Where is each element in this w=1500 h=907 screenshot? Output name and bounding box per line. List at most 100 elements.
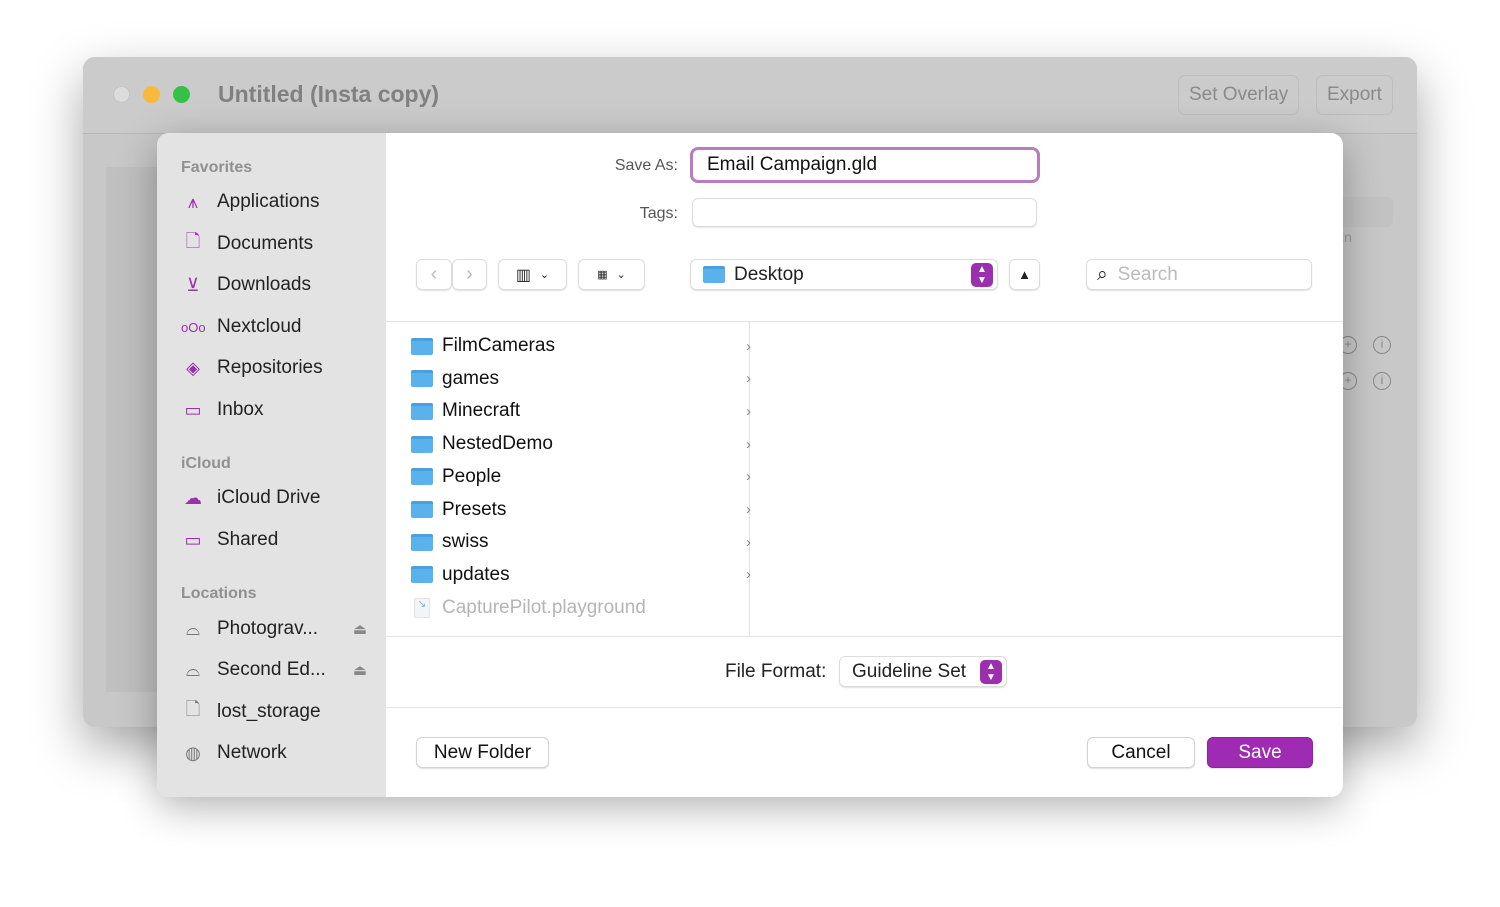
file-name: NestedDemo	[442, 433, 553, 455]
chevron-right-icon: ›	[466, 263, 473, 285]
sidebar-item-label: Documents	[217, 233, 314, 254]
minimize-button[interactable]	[143, 86, 160, 103]
sidebar-item-icloud-drive[interactable]: ☁ iCloud Drive	[181, 483, 381, 513]
eject-icon[interactable]: ⏏	[353, 620, 367, 638]
folder-icon	[411, 435, 433, 453]
divider	[386, 636, 1343, 637]
search-field[interactable]: ⌕ Search	[1086, 259, 1312, 290]
sidebar-item-repositories[interactable]: ◈ Repositories	[181, 353, 381, 383]
sidebar-item-applications[interactable]: ⩚ Applications	[181, 187, 381, 217]
sidebar-item-shared[interactable]: ▭ Shared	[181, 525, 381, 555]
info-icon: i	[1373, 372, 1391, 390]
file-name: CapturePilot.playground	[442, 596, 646, 618]
info-icon: i	[1373, 336, 1391, 354]
section-icloud: iCloud	[181, 455, 231, 472]
file-row[interactable]: Presets ›	[411, 495, 751, 525]
back-button[interactable]: ‹	[416, 259, 452, 290]
grid-icon: ▦	[597, 269, 608, 281]
group-button[interactable]: ▦ ⌄	[578, 259, 645, 290]
chevron-down-icon: ⌄	[616, 269, 626, 281]
chevron-right-icon: ›	[746, 468, 751, 486]
location-popup[interactable]: Desktop ▲ ▼	[690, 259, 998, 290]
file-row[interactable]: games ›	[411, 364, 751, 394]
folder-icon	[411, 337, 433, 355]
file-name: FilmCameras	[442, 335, 555, 356]
file-name: Minecraft	[442, 400, 521, 422]
eject-icon[interactable]: ⏏	[353, 661, 367, 679]
file-name: swiss	[442, 531, 489, 553]
stepper-icon: ▲ ▼	[971, 263, 993, 287]
file-row[interactable]: swiss ›	[411, 527, 751, 557]
sidebar-item-label: Photograv...	[217, 618, 319, 639]
file-row[interactable]: updates ›	[411, 560, 751, 590]
location-label: Desktop	[734, 263, 804, 285]
chevron-right-icon: ›	[746, 501, 751, 518]
nextcloud-icon: oOo	[181, 319, 206, 335]
file-row[interactable]: FilmCameras ›	[411, 331, 751, 361]
file-row[interactable]: People ›	[411, 462, 751, 492]
save-as-label: Save As:	[614, 157, 678, 174]
sidebar-item-label: Nextcloud	[217, 316, 302, 337]
sidebar-item-photograv[interactable]: ⌓ Photograv... ⏏	[181, 614, 381, 644]
stepper-icon: ▲ ▼	[980, 660, 1002, 684]
cloud-icon: ☁	[184, 487, 202, 508]
git-icon: ◈	[186, 357, 200, 378]
folder-icon	[411, 533, 433, 551]
save-dialog: Favorites ⩚ Applications 🗋 Documents ⊻ Down…	[157, 133, 1343, 797]
sidebar-item-lost-storage[interactable]: 🗋 lost_storage	[181, 697, 381, 727]
file-name: People	[442, 465, 502, 487]
folder-icon: ▭	[184, 399, 202, 420]
section-locations: Locations	[181, 585, 257, 602]
download-icon: ⊻	[186, 274, 200, 295]
file-format-label: File Format:	[725, 661, 827, 682]
sidebar-item-label: Inbox	[217, 399, 264, 420]
file-name: games	[442, 367, 500, 389]
shared-folder-icon: ▭	[184, 529, 202, 550]
sidebar-item-network[interactable]: ◍ Network	[181, 738, 381, 768]
sidebar-item-nextcloud[interactable]: oOo Nextcloud	[181, 312, 381, 342]
sidebar-item-label: Applications	[217, 191, 320, 212]
new-folder-button[interactable]: New Folder	[416, 737, 549, 768]
sidebar-item-inbox[interactable]: ▭ Inbox	[181, 395, 381, 425]
sidebar-item-label: Shared	[217, 529, 279, 550]
sidebar-item-downloads[interactable]: ⊻ Downloads	[181, 270, 381, 300]
chevron-left-icon: ‹	[430, 263, 438, 285]
columns-icon: ▥	[515, 266, 531, 284]
file-row[interactable]: ↘ CapturePilot.playground	[411, 593, 751, 623]
folder-icon	[411, 402, 433, 420]
title-bar: Untitled (Insta copy) Set Overlay Export	[83, 57, 1417, 134]
folder-icon	[411, 370, 433, 388]
tags-input[interactable]	[692, 198, 1037, 227]
export-button[interactable]: Export	[1316, 75, 1393, 115]
document-icon: 🗋	[185, 231, 201, 251]
chevron-right-icon: ›	[746, 370, 751, 388]
chevron-right-icon: ›	[746, 566, 751, 584]
section-favorites: Favorites	[181, 159, 253, 176]
sidebar-item-label: Repositories	[217, 357, 323, 378]
drive-icon: ⌓	[185, 659, 201, 680]
save-button[interactable]: Save	[1207, 737, 1313, 768]
sidebar-item-second-ed[interactable]: ⌓ Second Ed... ⏏	[181, 655, 381, 685]
globe-icon: ◍	[185, 742, 201, 763]
zoom-button[interactable]	[173, 86, 190, 103]
chevron-down-icon: ⌄	[539, 269, 550, 281]
file-row[interactable]: NestedDemo ›	[411, 429, 751, 459]
sidebar: Favorites ⩚ Applications 🗋 Documents ⊻ Down…	[157, 133, 386, 797]
sidebar-item-label: Downloads	[217, 274, 311, 295]
document-icon: 🗋	[185, 699, 201, 719]
tags-label: Tags:	[639, 205, 678, 222]
file-row[interactable]: Minecraft ›	[411, 396, 751, 426]
set-overlay-button[interactable]: Set Overlay	[1178, 75, 1300, 115]
cancel-button[interactable]: Cancel	[1087, 737, 1195, 768]
close-button[interactable]	[113, 86, 130, 103]
playground-file-icon: ↘	[414, 597, 430, 618]
view-mode-button[interactable]: ▥ ⌄	[498, 259, 567, 290]
app-store-icon: ⩚	[187, 191, 199, 212]
search-placeholder: Search	[1117, 263, 1178, 285]
expand-collapse-button[interactable]: ▲	[1009, 259, 1040, 290]
folder-icon	[411, 566, 433, 584]
file-format-popup[interactable]: Guideline Set ▲ ▼	[839, 656, 1007, 687]
sidebar-item-documents[interactable]: 🗋 Documents	[181, 229, 381, 259]
forward-button[interactable]: ›	[452, 259, 487, 290]
save-as-input[interactable]: Email Campaign.gld	[690, 147, 1040, 183]
